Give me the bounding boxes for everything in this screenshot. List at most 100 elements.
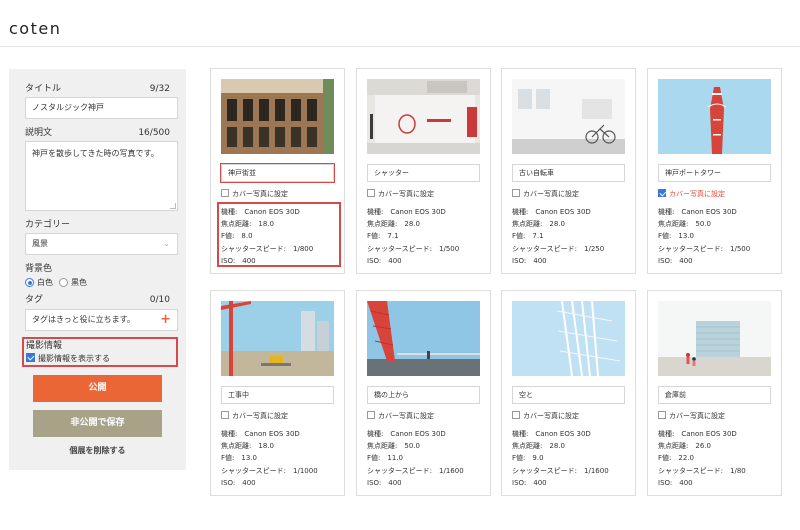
cover-label: カバー写真に設定 (378, 190, 434, 198)
photo-title-input[interactable]: 倉庫前 (658, 386, 771, 404)
photo-card: 空と カバー写真に設定 機種: Canon EOS 30D 焦点距離: 28.0 F… (501, 290, 636, 496)
description-textarea[interactable]: 神戸を散歩してきた時の写真です。 (25, 141, 178, 211)
shooting-info-checkbox[interactable]: 撮影情報を表示する (26, 353, 110, 364)
cover-label: カバー写真に設定 (232, 412, 288, 420)
category-value: 風景 (32, 239, 48, 248)
focal-label: 焦点距離: (367, 220, 398, 229)
fnum-value: 13.0 (678, 232, 694, 241)
add-tag-icon[interactable]: + (160, 312, 171, 327)
iso-value: 400 (679, 256, 693, 265)
focal-label: 焦点距離: (658, 442, 689, 451)
fnum-value: 9.0 (532, 454, 544, 463)
tag-label: タグ (25, 295, 44, 305)
shooting-info: 機種: Canon EOS 30D 焦点距離: 18.0 F値: 8.0 シャッタース… (221, 206, 313, 267)
logo[interactable]: coten (9, 21, 61, 37)
iso-label: ISO: (512, 478, 527, 487)
cover-label: カバー写真に設定 (378, 412, 434, 420)
save-private-button[interactable]: 非公開で保存 (33, 410, 162, 437)
shutter-value: 1/80 (730, 466, 746, 475)
chevron-down-icon: ⌄ (163, 239, 170, 248)
photo-card: シャッター カバー写真に設定 機種: Canon EOS 30D 焦点距離: 28.… (356, 68, 491, 274)
shutter-value: 1/1600 (584, 466, 609, 475)
tag-placeholder: タグはきっと役に立ちます。 (32, 315, 135, 324)
camera-label: 機種: (658, 430, 675, 438)
focal-value: 28.0 (549, 442, 565, 451)
publish-button[interactable]: 公開 (33, 375, 162, 402)
delete-exhibition-link[interactable]: 個展を削除する (9, 445, 186, 456)
shutter-label: シャッタースピード: (658, 244, 724, 253)
camera-label: 機種: (512, 208, 529, 216)
iso-value: 400 (533, 478, 547, 487)
focal-value: 26.0 (695, 442, 711, 451)
iso-value: 400 (679, 478, 693, 487)
photo-title-input[interactable]: 橋の上から (367, 386, 480, 404)
background-black-label: 黒色 (71, 278, 87, 287)
photo-title-input[interactable]: 古い自転車 (512, 164, 625, 182)
focal-label: 焦点距離: (221, 442, 252, 451)
photo-thumbnail[interactable] (512, 79, 625, 154)
background-white-radio[interactable]: 白色 (25, 277, 53, 288)
cover-checkbox[interactable]: カバー写真に設定 (367, 189, 434, 199)
shutter-value: 1/500 (730, 244, 751, 253)
camera-label: 機種: (658, 208, 675, 216)
photo-thumbnail[interactable] (367, 79, 480, 154)
cover-label: カバー写真に設定 (669, 190, 725, 198)
camera-value: Canon EOS 30D (244, 208, 300, 216)
photo-title-input[interactable]: 神戸ポートタワー (658, 164, 771, 182)
photo-card: 工事中 カバー写真に設定 機種: Canon EOS 30D 焦点距離: 18.0 … (210, 290, 345, 496)
fnum-label: F値: (221, 454, 235, 463)
camera-value: Canon EOS 30D (390, 430, 446, 438)
category-select[interactable]: 風景 ⌄ (25, 233, 178, 255)
fnum-value: 11.0 (387, 454, 403, 463)
iso-label: ISO: (367, 256, 382, 265)
photo-thumbnail[interactable] (221, 79, 334, 154)
camera-value: Canon EOS 30D (681, 208, 737, 216)
photo-thumbnail[interactable] (512, 301, 625, 376)
photo-thumbnail[interactable] (221, 301, 334, 376)
iso-value: 400 (242, 256, 256, 265)
fnum-label: F値: (367, 454, 381, 463)
checkbox-icon (221, 411, 229, 419)
tag-count: 0/10 (149, 295, 170, 305)
shutter-label: シャッタースピード: (512, 466, 578, 475)
cover-checkbox[interactable]: カバー写真に設定 (367, 411, 434, 421)
photo-card: 古い自転車 カバー写真に設定 機種: Canon EOS 30D 焦点距離: 28.… (501, 68, 636, 274)
cover-checkbox[interactable]: カバー写真に設定 (512, 411, 579, 421)
camera-value: Canon EOS 30D (390, 208, 446, 216)
focal-value: 18.0 (258, 442, 274, 451)
cover-checkbox[interactable]: カバー写真に設定 (512, 189, 579, 199)
photo-title-input[interactable]: シャッター (367, 164, 480, 182)
radio-empty-icon (59, 278, 68, 287)
title-input[interactable]: ノスタルジック神戸 (25, 97, 178, 119)
photo-thumbnail[interactable] (658, 301, 771, 376)
photo-thumbnail[interactable] (367, 301, 480, 376)
checkbox-checked-icon (26, 353, 35, 362)
iso-label: ISO: (658, 478, 673, 487)
focal-label: 焦点距離: (658, 220, 689, 229)
cover-checkbox[interactable]: カバー写真に設定 (221, 411, 288, 421)
focal-value: 28.0 (404, 220, 420, 229)
cover-label: カバー写真に設定 (523, 190, 579, 198)
photo-title-input[interactable]: 工事中 (221, 386, 334, 404)
cover-checkbox[interactable]: カバー写真に設定 (658, 411, 725, 421)
background-label: 背景色 (25, 264, 53, 274)
title-count: 9/32 (149, 84, 170, 94)
cover-checkbox[interactable]: カバー写真に設定 (221, 189, 288, 199)
shooting-info: 機種: Canon EOS 30D 焦点距離: 28.0 F値: 7.1 シャッタース… (367, 206, 459, 267)
background-white-label: 白色 (37, 278, 53, 287)
photo-thumbnail[interactable] (658, 79, 771, 154)
iso-label: ISO: (367, 478, 382, 487)
shutter-label: シャッタースピード: (221, 244, 287, 253)
tag-input[interactable]: タグはきっと役に立ちます。 + (25, 309, 178, 331)
description-label: 説明文 (25, 128, 53, 138)
camera-label: 機種: (221, 208, 238, 216)
camera-label: 機種: (221, 430, 238, 438)
background-black-radio[interactable]: 黒色 (59, 277, 87, 288)
photo-title-input[interactable]: 空と (512, 386, 625, 404)
resize-handle-icon[interactable] (170, 203, 176, 209)
photo-title-input[interactable]: 神戸街並 (221, 164, 334, 182)
sidebar-form: タイトル 9/32 ノスタルジック神戸 説明文 16/500 神戸を散歩してきた… (9, 69, 186, 470)
cover-checkbox[interactable]: カバー写真に設定 (658, 189, 725, 199)
focal-value: 50.0 (404, 442, 420, 451)
title-label: タイトル (25, 84, 62, 94)
